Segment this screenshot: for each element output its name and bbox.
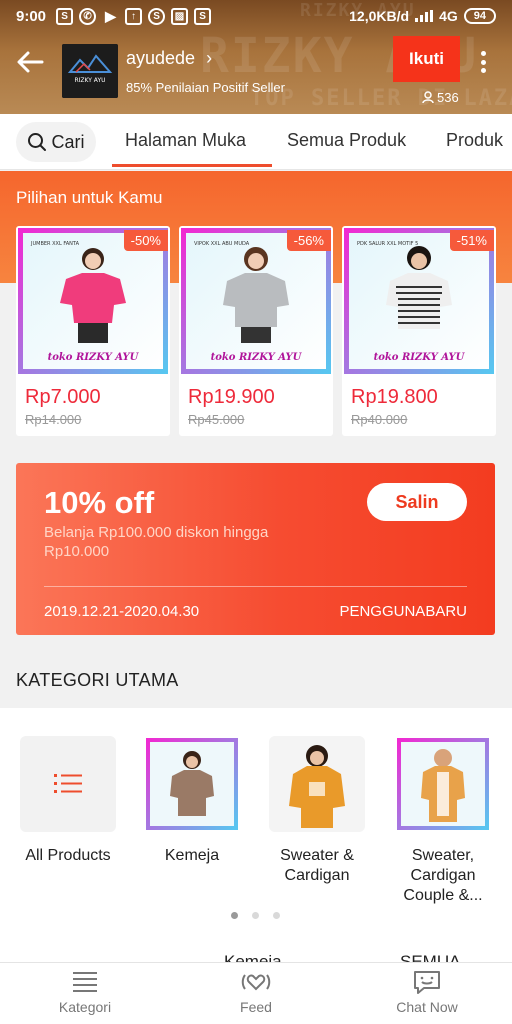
model-figure	[289, 745, 345, 828]
category-label: Sweater & Cardigan	[280, 847, 354, 884]
shopee-s-icon: S	[148, 7, 166, 25]
shop-name[interactable]: ayudede ›	[126, 48, 212, 69]
gallery-icon: ▨	[171, 7, 189, 25]
category-sweater-couple[interactable]: Sweater, Cardigan Couple &...	[388, 736, 498, 906]
product-old-price: Rp40.000	[351, 412, 408, 427]
product-price: Rp7.000	[25, 386, 101, 408]
model-figure	[60, 248, 126, 343]
category-sweater-cardigan[interactable]: Sweater & Cardigan	[262, 736, 372, 886]
page-dot	[252, 912, 259, 919]
chat-icon	[414, 971, 440, 994]
shop-logo-text: RIZKY AYU	[74, 77, 105, 84]
follower-count: 536	[422, 90, 459, 105]
category-all-products[interactable]: All Products	[13, 736, 123, 866]
category-label: Kemeja	[164, 847, 220, 864]
categories-panel: All Products Kemeja Sweater & Cardigan S…	[0, 708, 512, 930]
shop-name-text: ayudede	[126, 48, 196, 68]
header-watermark: TOP SELLER DI LAZADA	[250, 86, 512, 111]
product-card[interactable]: JUMBER XXL FANTA toko RIZKY AYU -50% Rp7…	[16, 226, 170, 436]
picks-title: Pilihan untuk Kamu	[16, 188, 163, 207]
category-thumb	[395, 736, 491, 832]
chevron-right-icon: ›	[206, 48, 213, 68]
status-time: 9:00	[16, 7, 47, 25]
category-kemeja[interactable]: Kemeja	[137, 736, 247, 866]
search-label: Cari	[51, 131, 85, 152]
product-card[interactable]: PDK SALUR XXL MOTIF 5 toko RIZKY AYU -51…	[342, 226, 496, 436]
discount-badge: -56%	[286, 230, 331, 251]
product-card[interactable]: VIPOK XXL ABU MUDA toko RIZKY AYU -56% R…	[179, 226, 333, 436]
status-bar: 9:00 S ✆ ▶ ↑ S ▨ S 12,0KB/d 4G 94	[0, 0, 512, 32]
page-dot	[231, 912, 238, 919]
nav-kategori[interactable]: Kategori	[25, 969, 145, 1015]
tab-halaman-muka[interactable]: Halaman Muka	[125, 130, 246, 151]
page-dot	[273, 912, 280, 919]
shop-logo[interactable]: RIZKY AYU	[62, 44, 118, 98]
model-figure	[386, 246, 452, 329]
search-icon	[28, 133, 47, 151]
category-label: All Products	[25, 847, 111, 864]
active-tab-indicator	[112, 164, 272, 167]
nav-feed[interactable]: Feed	[196, 969, 316, 1015]
category-thumb	[269, 736, 365, 832]
model-figure	[223, 247, 289, 343]
whatsapp-icon: ✆	[79, 7, 97, 25]
shop-tab-bar: Cari Halaman Muka Semua Produk Produk	[0, 114, 512, 170]
notification-icons: S ✆ ▶ ↑ S ▨ S	[56, 7, 212, 25]
product-price: Rp19.800	[351, 386, 438, 408]
upload-icon: ↑	[125, 7, 143, 25]
follower-count-text: 536	[437, 90, 459, 105]
category-thumb	[144, 736, 240, 832]
nav-label: Feed	[240, 999, 272, 1015]
search-button[interactable]: Cari	[16, 122, 96, 162]
shopee-bag-icon: S	[56, 7, 74, 25]
model-figure	[421, 749, 465, 822]
product-old-price: Rp45.000	[188, 412, 245, 427]
shop-header: RIZKY AYU RIZKY AYU TOP SELLER DI LAZADA…	[0, 0, 512, 114]
back-arrow-icon[interactable]	[14, 48, 46, 76]
model-figure	[170, 751, 214, 816]
category-thumb	[20, 736, 116, 832]
category-pagination	[231, 912, 280, 919]
nav-chat-now[interactable]: Chat Now	[367, 969, 487, 1015]
discount-badge: -50%	[123, 230, 168, 251]
shop-rating: 85% Penilaian Positif Seller	[126, 80, 285, 95]
menu-lines-icon	[73, 972, 97, 992]
signal-icon	[415, 10, 434, 22]
voucher-date-range: 2019.12.21-2020.04.30	[44, 603, 200, 620]
product-price: Rp19.900	[188, 386, 275, 408]
network-speed: 12,0KB/d	[349, 8, 410, 24]
feed-heart-icon	[241, 974, 271, 991]
play-store-icon: ▶	[105, 7, 116, 24]
person-icon	[422, 91, 434, 104]
product-caption: toko RIZKY AYU	[373, 352, 465, 363]
more-options-icon[interactable]	[474, 48, 492, 76]
voucher-description: Belanja Rp100.000 diskon hingga Rp10.000	[44, 524, 269, 560]
voucher-code: PENGGUNABARU	[339, 603, 467, 620]
product-old-price: Rp14.000	[25, 412, 82, 427]
shopee-bag-icon: S	[194, 7, 212, 25]
network-type: 4G	[439, 8, 458, 24]
product-caption: toko RIZKY AYU	[210, 352, 302, 363]
follow-button[interactable]: Ikuti	[393, 36, 460, 82]
product-caption: toko RIZKY AYU	[47, 352, 139, 363]
tab-semua-produk[interactable]: Semua Produk	[287, 130, 406, 151]
status-right: 12,0KB/d 4G 94	[349, 8, 496, 24]
copy-voucher-button[interactable]: Salin	[367, 483, 467, 521]
voucher-card: 10% off Belanja Rp100.000 diskon hingga …	[16, 463, 495, 635]
list-icon	[54, 774, 82, 793]
bottom-nav: Kategori Feed Chat Now	[0, 962, 512, 1024]
voucher-title: 10% off	[44, 485, 155, 520]
battery-icon: 94	[463, 8, 496, 24]
category-label: Sweater, Cardigan Couple &...	[403, 847, 483, 904]
categories-heading: KATEGORI UTAMA	[16, 670, 179, 690]
discount-badge: -51%	[449, 230, 494, 251]
nav-label: Chat Now	[396, 999, 458, 1015]
tab-produk[interactable]: Produk	[446, 130, 503, 151]
voucher-divider	[44, 586, 467, 587]
nav-label: Kategori	[58, 999, 112, 1015]
